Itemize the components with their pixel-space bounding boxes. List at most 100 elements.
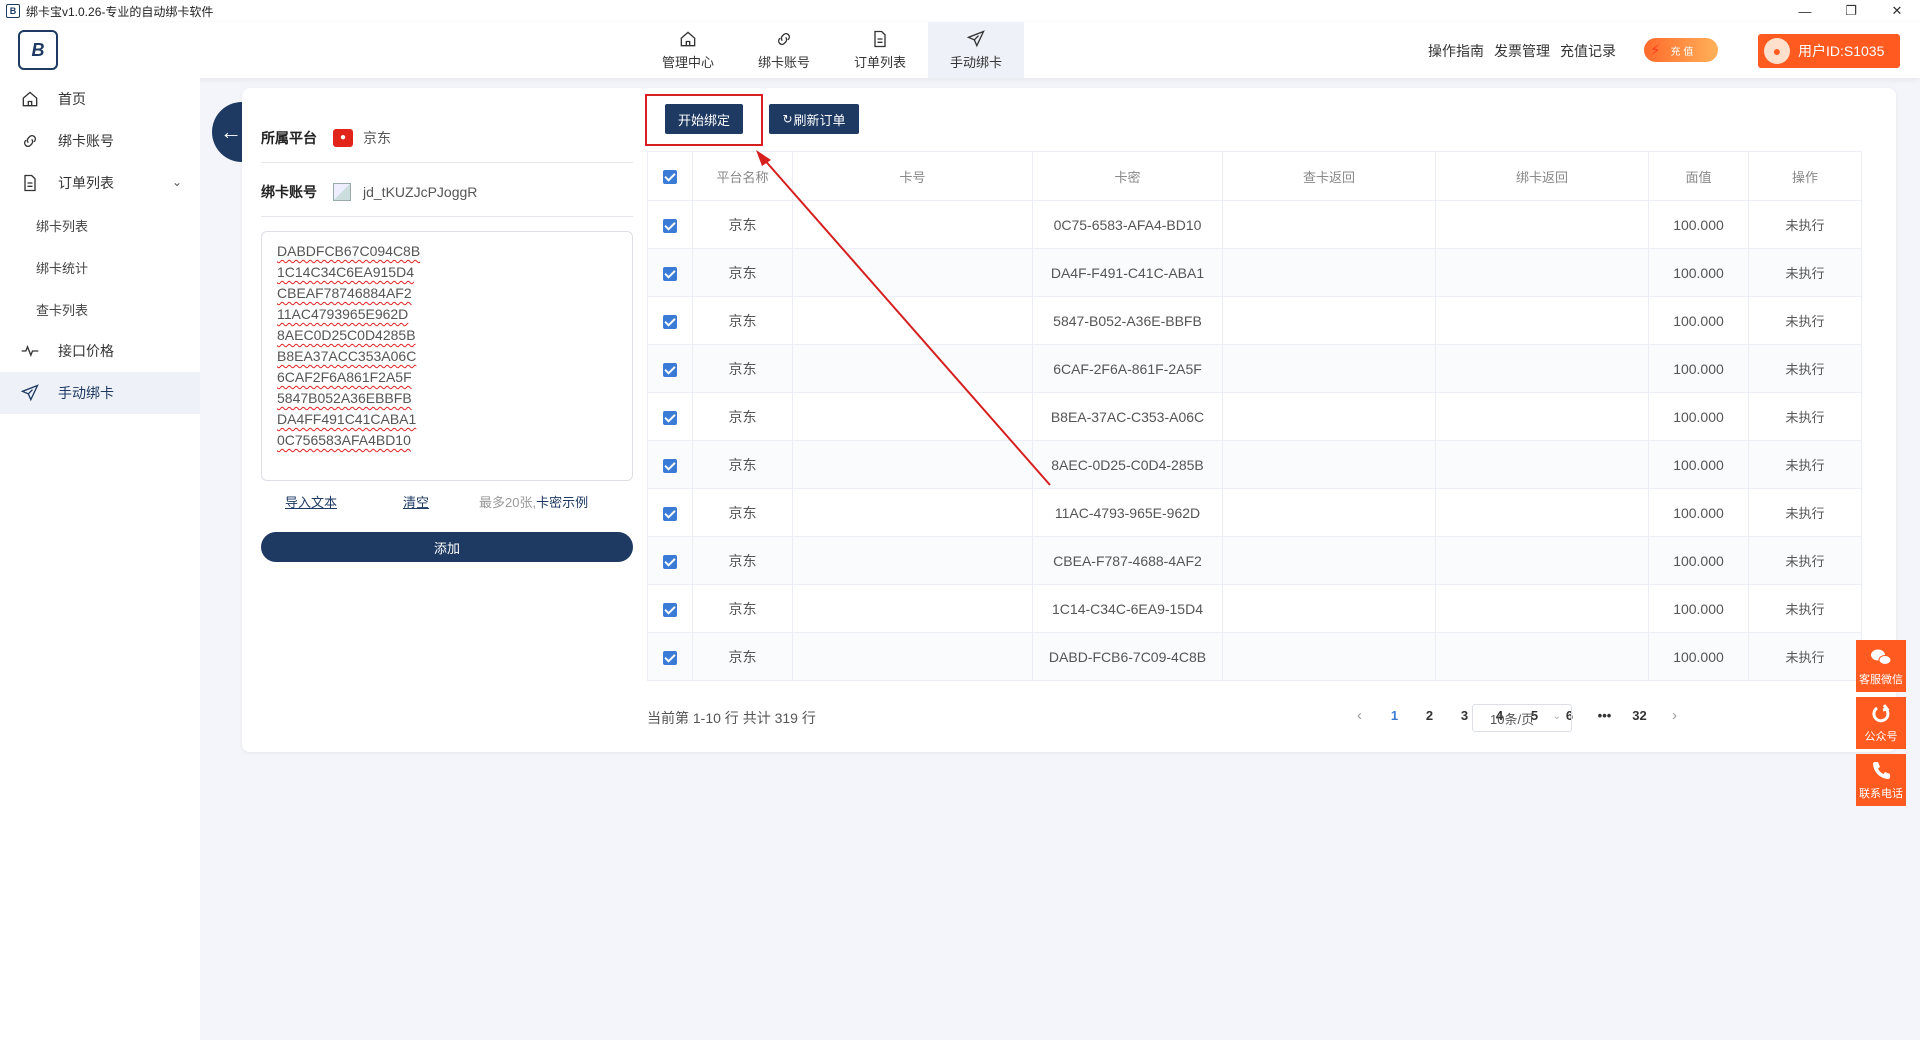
row-checkbox-cell[interactable] xyxy=(647,296,693,345)
card-pwd-cell: 1C14-C34C-6EA9-15D4 xyxy=(1032,584,1223,633)
topnav-order-list[interactable]: 订单列表 xyxy=(832,22,928,78)
checkbox-checked-icon[interactable] xyxy=(663,314,677,329)
card-pwd-cell: DA4F-F491-C41C-ABA1 xyxy=(1032,248,1223,297)
form-links: 导入文本 清空 最多20张,卡密示例 xyxy=(261,492,633,512)
row-checkbox-cell[interactable] xyxy=(647,248,693,297)
card-pwd-cell: B8EA-37AC-C353-A06C xyxy=(1032,392,1223,441)
header-link-guide[interactable]: 操作指南 xyxy=(1428,41,1484,61)
card-line: DA4FF491C41CABA1 xyxy=(277,411,417,427)
operation-cell: 未执行 xyxy=(1748,536,1862,585)
checkbox-checked-icon[interactable] xyxy=(663,506,677,521)
page-size-select[interactable]: 10条/页 ⌄ xyxy=(1472,704,1572,732)
float-official-account-button[interactable]: 公众号 xyxy=(1856,697,1906,749)
face-value-cell: 100.000 xyxy=(1648,584,1749,633)
checkbox-checked-icon[interactable] xyxy=(663,650,677,665)
start-bind-button[interactable]: 开始绑定 xyxy=(665,104,743,134)
table-row[interactable]: 京东 11AC-4793-965E-962D 100.000 未执行 xyxy=(647,488,1862,537)
table-row[interactable]: 京东 B8EA-37AC-C353-A06C 100.000 未执行 xyxy=(647,392,1862,441)
checkbox-checked-icon[interactable] xyxy=(663,458,677,473)
avatar-icon: ● xyxy=(1764,38,1790,64)
page-button[interactable]: 1 xyxy=(1377,708,1412,723)
select-all-checkbox-cell[interactable] xyxy=(647,151,693,201)
checkbox-checked-icon[interactable] xyxy=(663,218,677,233)
table-row[interactable]: 京东 5847-B052-A36E-BBFB 100.000 未执行 xyxy=(647,296,1862,345)
page-button[interactable]: 32 xyxy=(1622,708,1657,723)
order-table: 平台名称 卡号 卡密 查卡返回 绑卡返回 面值 操作 京东 0C75-6583-A… xyxy=(647,151,1862,681)
prev-page-button[interactable]: ‹ xyxy=(1342,707,1377,724)
float-phone-button[interactable]: 联系电话 xyxy=(1856,754,1906,806)
clear-link[interactable]: 清空 xyxy=(403,492,429,511)
sidebar-item-home[interactable]: 首页 xyxy=(0,78,200,120)
table-row[interactable]: 京东 DA4F-F491-C41C-ABA1 100.000 未执行 xyxy=(647,248,1862,297)
float-wechat-button[interactable]: 客服微信 xyxy=(1856,640,1906,692)
sidebar-item-manual-bind[interactable]: 手动绑卡 xyxy=(0,372,200,414)
float-label: 联系电话 xyxy=(1859,788,1903,800)
card-pwd-cell: 5847-B052-A36E-BBFB xyxy=(1032,296,1223,345)
checkbox-checked-icon[interactable] xyxy=(663,602,677,617)
row-checkbox-cell[interactable] xyxy=(647,344,693,393)
checkbox-checked-icon[interactable] xyxy=(663,362,677,377)
sidebar-item-order-list[interactable]: 订单列表 ⌄ xyxy=(0,162,200,204)
row-checkbox-cell[interactable] xyxy=(647,536,693,585)
refresh-order-button[interactable]: ↻ 刷新订单 xyxy=(769,104,859,134)
table-row[interactable]: 京东 0C75-6583-AFA4-BD10 100.000 未执行 xyxy=(647,200,1862,249)
check-result-cell xyxy=(1222,248,1436,297)
platform-value[interactable]: 京东 xyxy=(363,128,391,148)
operation-cell: 未执行 xyxy=(1748,248,1862,297)
user-label: 用户ID:S1035 xyxy=(1798,43,1885,59)
table-row[interactable]: 京东 6CAF-2F6A-861F-2A5F 100.000 未执行 xyxy=(647,344,1862,393)
minimize-button[interactable]: — xyxy=(1782,0,1828,22)
card-line: 6CAF2F6A861F2A5F xyxy=(277,369,412,385)
user-button[interactable]: ● 用户ID:S1035 xyxy=(1758,34,1900,68)
page-ellipsis[interactable]: ••• xyxy=(1587,708,1622,723)
card-example-link[interactable]: 卡密示例 xyxy=(536,495,588,510)
account-value[interactable]: jd_tKUZJcPJoggR xyxy=(363,184,477,200)
close-button[interactable]: ✕ xyxy=(1874,0,1920,22)
row-checkbox-cell[interactable] xyxy=(647,584,693,633)
card-line: CBEAF78746884AF2 xyxy=(277,285,412,301)
wechat-icon xyxy=(1871,649,1892,665)
column-header: 绑卡返回 xyxy=(1435,151,1649,201)
add-button[interactable]: 添加 xyxy=(261,532,633,562)
import-text-link[interactable]: 导入文本 xyxy=(285,492,337,511)
send-icon xyxy=(966,30,985,48)
page-button[interactable]: 2 xyxy=(1412,708,1447,723)
table-row[interactable]: 京东 8AEC-0D25-C0D4-285B 100.000 未执行 xyxy=(647,440,1862,489)
sidebar-item-label: 绑卡账号 xyxy=(58,133,114,149)
recharge-button[interactable]: ⚡ 充 值 xyxy=(1644,38,1718,62)
row-checkbox-cell[interactable] xyxy=(647,392,693,441)
checkbox-checked-icon[interactable] xyxy=(663,266,677,281)
sidebar-subitem-bind-stats[interactable]: 绑卡统计 xyxy=(0,246,200,288)
main-card: 所属平台 ● 京东 绑卡账号 jd_tKUZJcPJoggR DABDFCB67… xyxy=(242,88,1896,752)
platform-cell: 京东 xyxy=(692,296,793,345)
card-input-textarea[interactable]: DABDFCB67C094C8B 1C14C34C6EA915D4 CBEAF7… xyxy=(261,231,633,481)
table-row[interactable]: 京东 CBEA-F787-4688-4AF2 100.000 未执行 xyxy=(647,536,1862,585)
table-row[interactable]: 京东 1C14-C34C-6EA9-15D4 100.000 未执行 xyxy=(647,584,1862,633)
maximize-button[interactable]: ❐ xyxy=(1828,0,1874,22)
sidebar-subitem-bind-list[interactable]: 绑卡列表 xyxy=(0,204,200,246)
row-checkbox-cell[interactable] xyxy=(647,200,693,249)
checkbox-checked-icon[interactable] xyxy=(663,554,677,569)
table-row[interactable]: 京东 DABD-FCB6-7C09-4C8B 100.000 未执行 xyxy=(647,632,1862,681)
sidebar-subitem-check-list[interactable]: 查卡列表 xyxy=(0,288,200,330)
float-label: 客服微信 xyxy=(1859,674,1903,686)
topnav-manual-bind[interactable]: 手动绑卡 xyxy=(928,22,1024,78)
home-icon xyxy=(680,31,696,47)
card-no-cell xyxy=(792,536,1033,585)
card-no-cell xyxy=(792,248,1033,297)
row-checkbox-cell[interactable] xyxy=(647,632,693,681)
topnav-bind-account[interactable]: 绑卡账号 xyxy=(736,22,832,78)
header-link-invoice[interactable]: 发票管理 xyxy=(1494,41,1550,61)
sidebar-item-api-price[interactable]: 接口价格 xyxy=(0,330,200,372)
sidebar-item-bind-account[interactable]: 绑卡账号 xyxy=(0,120,200,162)
row-checkbox-cell[interactable] xyxy=(647,488,693,537)
row-checkbox-cell[interactable] xyxy=(647,440,693,489)
next-page-button[interactable]: › xyxy=(1657,707,1692,724)
topnav-management-center[interactable]: 管理中心 xyxy=(640,22,736,78)
checkbox-checked-icon[interactable] xyxy=(663,169,677,184)
check-result-cell xyxy=(1222,344,1436,393)
face-value-cell: 100.000 xyxy=(1648,488,1749,537)
document-icon xyxy=(874,30,886,48)
checkbox-checked-icon[interactable] xyxy=(663,410,677,425)
header-link-recharge-record[interactable]: 充值记录 xyxy=(1560,41,1616,61)
